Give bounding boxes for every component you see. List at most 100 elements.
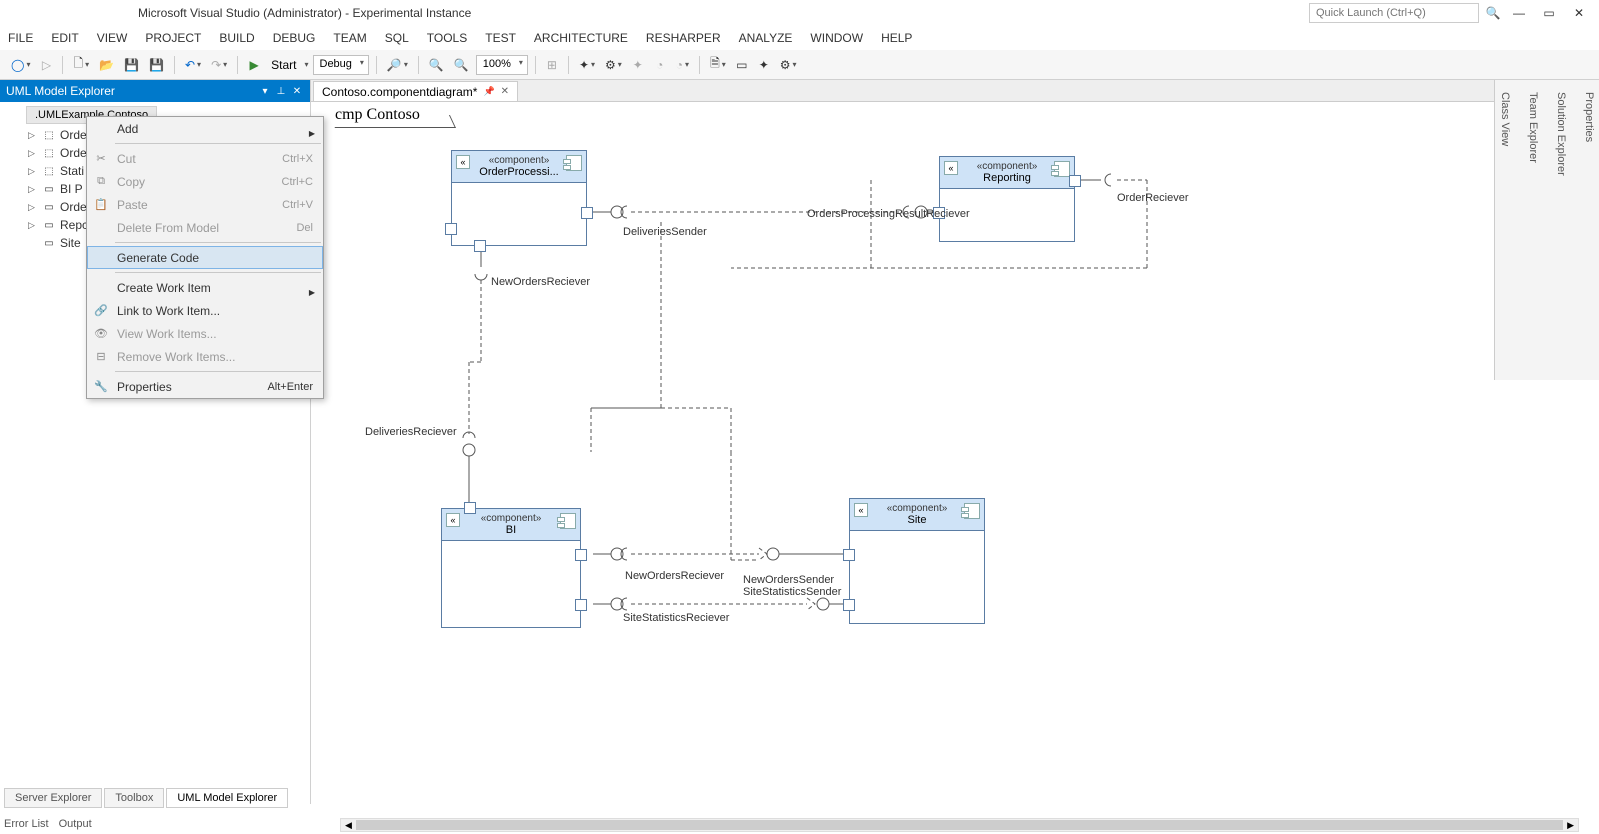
tab-toolbox[interactable]: Toolbox [104,788,164,808]
ctx-generate-code[interactable]: Generate Code [87,246,323,269]
menu-architecture[interactable]: ARCHITECTURE [534,31,628,45]
menu-view[interactable]: VIEW [97,31,128,45]
ctx-add[interactable]: Add [87,117,323,140]
collapse-icon[interactable]: « [446,513,460,527]
component-bi[interactable]: ««component»BI [441,508,581,628]
ctx-link-work-item[interactable]: 🔗Link to Work Item... [87,299,323,322]
tool-icon[interactable]: ✦ [576,54,598,76]
tab-output[interactable]: Output [59,818,92,830]
component-order-processing[interactable]: ««component»OrderProcessi... [451,150,587,246]
port[interactable] [445,223,457,235]
port[interactable] [843,599,855,611]
menu-build[interactable]: BUILD [219,31,254,45]
menu-help[interactable]: HELP [881,31,912,45]
side-tab-properties[interactable]: Properties [1581,86,1597,374]
menu-test[interactable]: TEST [485,31,516,45]
close-button[interactable]: ✕ [1567,3,1591,23]
search-icon[interactable]: 🔍 [1485,5,1501,21]
scroll-left-icon[interactable]: ◀ [341,820,356,831]
tab-server-explorer[interactable]: Server Explorer [4,788,102,808]
collapse-icon[interactable]: « [456,155,470,169]
undo-button[interactable]: ↶ [182,54,204,76]
menu-debug[interactable]: DEBUG [273,31,316,45]
nav-forward-button[interactable]: ▷ [37,54,55,76]
menu-sql[interactable]: SQL [385,31,409,45]
scrollbar-thumb[interactable] [356,820,1563,830]
wrench-icon: 🔧 [93,379,109,395]
panel-dropdown-icon[interactable]: ▾ [258,84,272,98]
expand-icon[interactable]: ▷ [28,184,38,195]
start-button[interactable]: ▶ [245,54,263,76]
expand-icon[interactable]: ▷ [28,130,38,141]
expand-icon[interactable]: ▷ [28,220,38,231]
port[interactable] [1069,175,1081,187]
tool-icon[interactable]: ◔ [673,54,692,76]
side-tab-team-explorer[interactable]: Team Explorer [1525,86,1541,374]
horizontal-scrollbar[interactable]: ◀ ▶ [340,818,1579,832]
tab-uml-explorer[interactable]: UML Model Explorer [166,788,288,808]
side-tab-solution-explorer[interactable]: Solution Explorer [1553,86,1569,374]
separator [115,371,321,372]
collapse-icon[interactable]: « [854,503,868,517]
tool-icon[interactable]: ✦ [629,54,647,76]
menu-project[interactable]: PROJECT [145,31,201,45]
port[interactable] [474,240,486,252]
save-button[interactable]: 💾 [121,54,142,76]
tool-icon[interactable]: ◔ [651,54,669,76]
expand-icon[interactable]: ▷ [28,166,38,177]
layout-icon[interactable]: ⊞ [543,54,561,76]
component-site[interactable]: ««component»Site [849,498,985,624]
menu-file[interactable]: FILE [8,31,33,45]
tool-icon[interactable]: ⚙ [602,54,625,76]
menu-analyze[interactable]: ANALYZE [739,31,793,45]
panel-close-icon[interactable]: ✕ [290,84,304,98]
expand-icon[interactable]: ▷ [28,148,38,159]
menu-resharper[interactable]: RESHARPER [646,31,721,45]
tab-error-list[interactable]: Error List [4,818,49,830]
collapse-icon[interactable]: « [944,161,958,175]
zoom-in-icon[interactable]: 🔍 [426,54,447,76]
redo-button[interactable]: ↷ [208,54,230,76]
new-item-button[interactable]: 🗋 [70,54,92,76]
zoom-combo[interactable]: 100% [476,55,528,75]
zoom-tool-icon[interactable]: 🔎 [384,54,411,76]
side-tabs: Properties Solution Explorer Team Explor… [1494,80,1599,380]
ctx-properties[interactable]: 🔧PropertiesAlt+Enter [87,375,323,398]
menu-edit[interactable]: EDIT [51,31,78,45]
pin-icon[interactable]: 📌 [483,86,494,97]
component-reporting[interactable]: ««component»Reporting [939,156,1075,242]
port[interactable] [464,502,476,514]
doc-icon[interactable]: 🗎 [707,54,729,76]
tab-close-icon[interactable]: ✕ [501,86,509,97]
minimize-button[interactable]: — [1507,3,1531,23]
menu-team[interactable]: TEAM [333,31,366,45]
port[interactable] [575,599,587,611]
menu-window[interactable]: WINDOW [810,31,863,45]
zoom-out-icon[interactable]: 🔍 [451,54,472,76]
save-all-button[interactable]: 💾 [146,54,167,76]
pin-icon[interactable]: ⊥ [274,84,288,98]
config-combo[interactable]: Debug [313,55,369,75]
ctx-create-work-item[interactable]: Create Work Item [87,276,323,299]
gear-icon[interactable]: ⚙ [777,54,800,76]
scroll-right-icon[interactable]: ▶ [1563,820,1578,831]
open-button[interactable]: 📂 [96,54,117,76]
port[interactable] [843,549,855,561]
menu-tools[interactable]: TOOLS [427,31,467,45]
document-tab[interactable]: Contoso.componentdiagram* 📌 ✕ [313,81,518,101]
diagram-canvas[interactable]: cmp Contoso .dash{stroke:#555;stroke-wid… [311,102,1599,804]
nav-back-button[interactable]: ◯ [8,54,33,76]
restore-button[interactable]: ▭ [1537,3,1561,23]
stereotype: «component» [489,155,550,166]
expand-icon[interactable]: ▷ [28,202,38,213]
tab-label: Contoso.componentdiagram* [322,85,477,99]
quick-launch-input[interactable] [1309,3,1479,23]
side-tab-class-view[interactable]: Class View [1497,86,1513,374]
separator [115,272,321,273]
tool-icon[interactable]: ✦ [755,54,773,76]
port[interactable] [575,549,587,561]
start-label[interactable]: Start [267,58,300,72]
tool-icon[interactable]: ▭ [733,54,751,76]
port[interactable] [581,207,593,219]
node-label: Stati [60,164,84,178]
